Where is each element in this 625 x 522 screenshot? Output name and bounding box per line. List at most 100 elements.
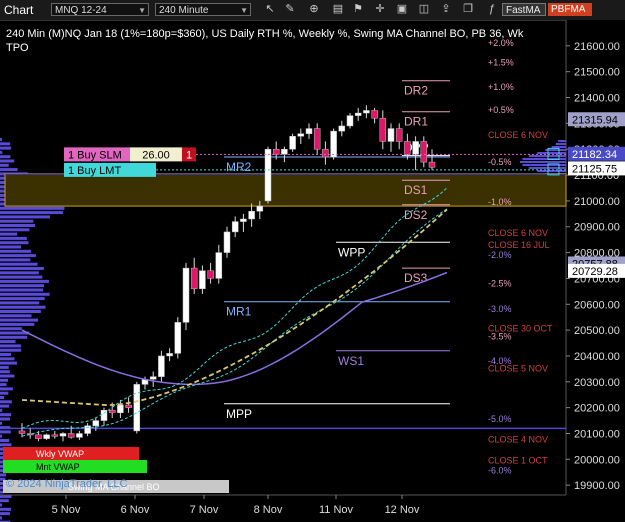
draw-icon[interactable]: ✎ — [282, 2, 298, 17]
profile-bar — [0, 447, 4, 451]
candle-body — [248, 210, 255, 220]
candle-body — [264, 148, 272, 202]
candle-body — [330, 130, 337, 158]
level-label-mpp: MPP — [226, 407, 252, 421]
profile-bar — [0, 387, 13, 391]
profile-bar — [0, 271, 39, 275]
candle-body — [322, 148, 329, 158]
profile-bar — [0, 421, 2, 425]
profile-bar — [0, 499, 9, 503]
weekly-ma-line — [21, 271, 448, 386]
candle-body — [379, 117, 387, 142]
y-tick-label: 21500.00 — [574, 67, 620, 79]
candle-body — [117, 404, 124, 414]
candle-body — [35, 434, 42, 439]
candle-body — [404, 141, 411, 155]
profile-bar — [0, 357, 15, 361]
strategy-icon[interactable]: ⚑ — [350, 2, 366, 17]
ma-channel-lower — [21, 208, 448, 437]
share-icon[interactable]: ⇪ — [438, 2, 454, 17]
profile-bar — [0, 138, 2, 141]
candle-body — [338, 125, 346, 132]
percent-label: CLOSE 6 NOV — [488, 130, 548, 140]
pointer-icon[interactable]: ↖ — [262, 2, 278, 17]
level-label-mr2: MR2 — [226, 160, 252, 174]
candle-body — [59, 433, 67, 437]
timeframe-selector[interactable]: 240 Minute ▼ — [155, 3, 251, 16]
profile-bar — [0, 507, 12, 511]
buy-lmt-label: 1 Buy LMT — [68, 165, 121, 177]
y-tick-label: 20600.00 — [574, 299, 620, 311]
profile-bar — [0, 275, 43, 279]
price-badge-label: 20729.28 — [572, 266, 618, 278]
candle-body — [289, 136, 296, 150]
profile-bar — [0, 254, 36, 258]
profile-bar — [0, 378, 9, 382]
y-tick-label: 20100.00 — [574, 428, 620, 440]
candle-body — [281, 148, 288, 155]
candle-body — [158, 355, 165, 377]
instrument-selector[interactable]: MNQ 12-24 ▼ — [51, 3, 149, 16]
profile-bar — [0, 150, 3, 154]
profile-bar — [537, 152, 566, 154]
profile-bar — [0, 314, 32, 318]
percent-label: -2.5% — [488, 278, 512, 288]
y-tick-label: 20500.00 — [574, 325, 620, 337]
percent-label: CLOSE 5 NOV — [488, 364, 548, 374]
snapshot-icon[interactable]: ◫ — [416, 2, 432, 17]
price-chart[interactable]: DR2DR1DPPDS1DS2WPPDS3MR2MR1WS1MPP+1.5%+1… — [0, 20, 625, 522]
level-label-ds2: DS2 — [404, 208, 428, 222]
profile-bar — [0, 443, 12, 447]
pbfma-button[interactable]: PBFMA — [548, 3, 592, 16]
percent-label: -5.0% — [488, 414, 512, 424]
profile-bar — [0, 159, 15, 163]
x-tick-label: 6 Nov — [121, 504, 150, 516]
y-tick-label: 20400.00 — [574, 351, 620, 363]
profile-bar — [0, 163, 9, 167]
y-tick-label: 20900.00 — [574, 222, 620, 234]
profile-bar — [0, 353, 12, 356]
y-tick-label: 20200.00 — [574, 403, 620, 415]
profile-bar — [0, 335, 28, 339]
candle-body — [297, 133, 305, 137]
percent-label: CLOSE 1 OCT — [488, 455, 548, 465]
percent-label: CLOSE 4 NOV — [488, 435, 548, 445]
chart-header-line2: TPO — [6, 42, 29, 54]
profile-bar — [0, 400, 12, 404]
candle-body — [387, 128, 395, 142]
profile-bar — [0, 348, 22, 352]
profile-bar — [0, 168, 18, 172]
profile-bar — [0, 374, 15, 378]
x-tick-label: 7 Nov — [190, 504, 219, 516]
fastma-button[interactable]: FastMA — [502, 3, 546, 16]
profile-bar — [0, 404, 10, 408]
candle-body — [240, 218, 247, 222]
percent-label: +0.5% — [488, 105, 514, 115]
order-qty-label: 1 — [186, 149, 192, 161]
profile-bar — [0, 365, 9, 369]
y-tick-label: 19900.00 — [574, 480, 620, 492]
candle-body — [149, 376, 157, 380]
profile-bar — [0, 146, 12, 150]
copyright-text: © 2024 NinjaTrader, LLC — [6, 478, 128, 490]
candle-body — [428, 161, 436, 168]
percent-label: -3.0% — [488, 304, 512, 314]
y-tick-label: 21400.00 — [574, 93, 620, 105]
percent-label: +1.5% — [488, 57, 514, 67]
profile-bar — [0, 215, 50, 219]
crosshair-icon[interactable]: ✛ — [372, 2, 388, 17]
indicator-icon[interactable]: ƒ — [484, 2, 500, 17]
candle-body — [223, 231, 231, 253]
data-box-icon[interactable]: ▣ — [394, 2, 410, 17]
zoom-icon[interactable]: ⊕ — [306, 2, 322, 17]
chart-header: 240 Min (M)NQ Jan 18 (1%=180p=$360), US … — [6, 28, 524, 40]
window-icon[interactable]: ❐ — [460, 2, 476, 17]
candle-body — [182, 267, 190, 323]
profile-bar — [0, 279, 49, 283]
percent-label: -0.5% — [488, 157, 512, 167]
properties-icon[interactable]: ▤ — [330, 2, 346, 17]
chart-title: Chart — [4, 3, 34, 17]
profile-bar — [0, 224, 36, 227]
profile-bar — [0, 236, 27, 240]
candle-body — [51, 434, 59, 437]
